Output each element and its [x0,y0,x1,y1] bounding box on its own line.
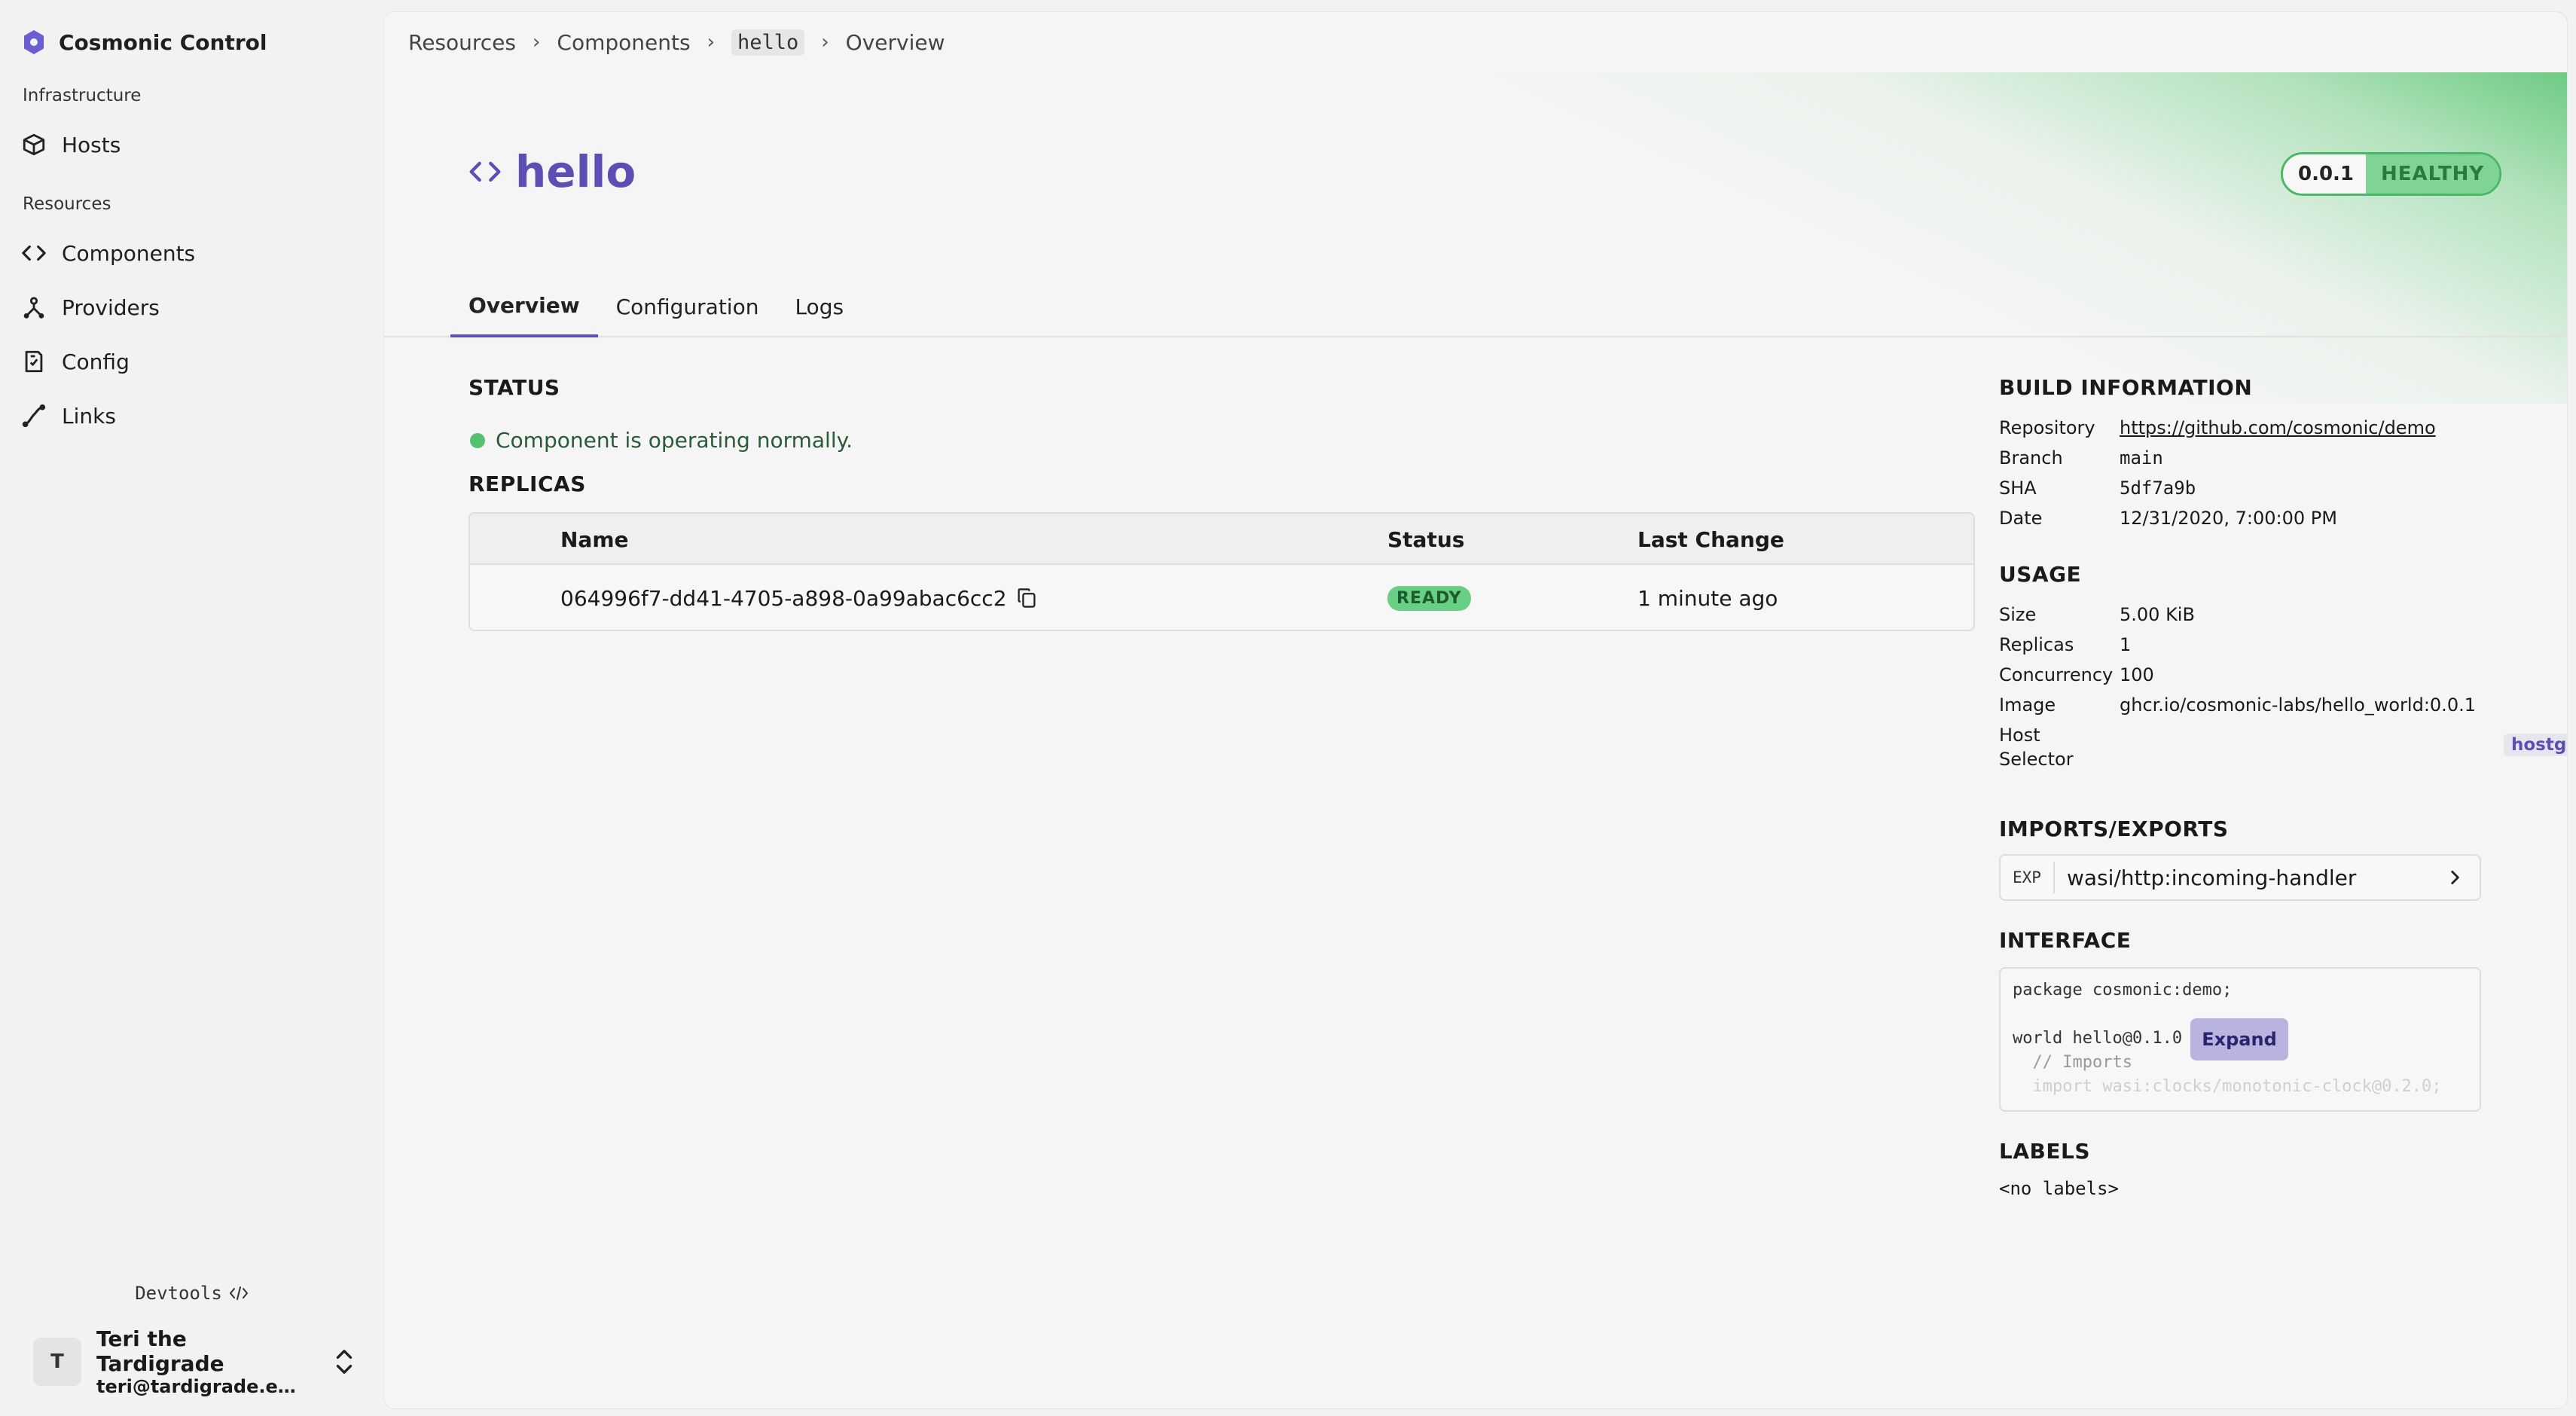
breadcrumb-resources[interactable]: Resources [408,30,516,55]
host-selector-key: hostgroup [2511,735,2567,755]
size-label: Size [1999,604,2037,625]
page-title: hello [469,146,636,197]
replicas-value: 1 [2120,634,2132,655]
sidebar-item-hosts[interactable]: Hosts [21,124,368,166]
branch-label: Branch [1999,447,2063,468]
devtools-link[interactable]: Devtools [0,1283,384,1304]
status-badge: 0.0.1 HEALTHY [2281,152,2502,196]
breadcrumb-components[interactable]: Components [557,30,690,55]
devtools-label: Devtools [135,1283,222,1304]
avatar: T [33,1338,81,1386]
brand[interactable]: Cosmonic Control [23,26,267,59]
image-label: Image [1999,694,2056,716]
config-icon [25,350,43,373]
concurrency-value: 100 [2120,664,2154,685]
tabs: Overview Configuration Logs [450,276,862,337]
status-dot-icon [470,432,485,448]
labels-heading: LABELS [1999,1139,2090,1164]
copy-icon[interactable] [1016,587,1037,609]
tab-configuration[interactable]: Configuration [598,276,777,337]
replicas-table: Name Status Last Change 064996f7-dd41-47… [469,512,1975,631]
sidebar-item-providers[interactable]: Providers [21,286,368,328]
concurrency-label: Concurrency [1999,664,2114,685]
sidebar: Cosmonic Control Infrastructure Hosts Re… [0,0,384,1416]
user-menu[interactable]: T Teri the Tardigrade teri@tardigrade.ex… [33,1326,357,1397]
table-row-name: 064996f7-dd41-4705-a898-0a99abac6cc2 [560,565,1037,630]
table-header: Name Status Last Change [470,514,1973,565]
sidebar-item-label: Links [62,403,116,429]
host-selector-chip: hostgroup=default [2504,734,2567,756]
code-icon [22,245,46,261]
host-selector-label-line2: Selector [1999,749,2074,770]
export-tag: EXP [2001,862,2055,893]
code-line: // Imports [2013,1053,2132,1072]
sha-label: SHA [1999,478,2037,499]
link-icon [22,404,46,428]
size-value: 5.00 KiB [2120,604,2195,625]
no-labels-text: <no labels> [1999,1178,2119,1199]
tab-logs[interactable]: Logs [777,276,862,337]
date-label: Date [1999,508,2043,529]
replicas-label: Replicas [1999,634,2074,655]
providers-icon [23,297,44,319]
branch-value: main [2120,447,2163,468]
table-row-last-change: 1 minute ago [1637,585,1778,611]
code-icon [469,161,501,182]
repository-link[interactable]: https://github.com/cosmonic/demo [2120,417,2436,438]
box-icon [23,133,45,156]
table-row-status: READY [1387,565,1471,630]
column-header-status[interactable]: Status [1387,514,1464,565]
imports-exports-heading: IMPORTS/EXPORTS [1999,816,2229,841]
page-title-text: hello [515,146,636,197]
status-text: Component is operating normally. [496,428,853,453]
replicas-heading: REPLICAS [469,471,586,496]
breadcrumb-hello[interactable]: hello [731,29,805,56]
chevron-right-icon: › [533,31,541,53]
code-slash-icon [229,1286,249,1300]
replica-id: 064996f7-dd41-4705-a898-0a99abac6cc2 [560,585,1007,611]
health-label: HEALTHY [2366,154,2500,194]
code-line: world hello@0.1.0 [2013,1029,2183,1048]
build-heading: BUILD INFORMATION [1999,375,2253,400]
user-email: teri@tardigrade.example.com [96,1376,307,1397]
sidebar-item-links[interactable]: Links [21,395,368,437]
column-header-name[interactable]: Name [560,514,629,565]
date-value: 12/31/2020, 7:00:00 PM [2120,508,2337,529]
sha-value: 5df7a9b [2120,478,2196,499]
version-label: 0.0.1 [2283,154,2367,194]
chevron-right-icon [2451,871,2459,884]
repository-label: Repository [1999,417,2095,438]
usage-heading: USAGE [1999,562,2082,587]
expand-button[interactable]: Expand [2190,1018,2288,1060]
chevron-right-icon: › [821,31,829,53]
ready-badge: READY [1387,585,1471,611]
column-header-last-change[interactable]: Last Change [1637,514,1784,565]
code-line: package cosmonic:demo; [2013,981,2233,999]
cosmonic-logo-icon [24,30,44,54]
export-item[interactable]: EXP wasi/http:incoming-handler [1999,854,2481,901]
section-infrastructure: Infrastructure [23,86,142,105]
interface-heading: INTERFACE [1999,928,2132,953]
sidebar-item-label: Hosts [62,132,121,157]
code-line: import wasi:clocks/monotonic-clock@0.2.0… [2013,1077,2442,1096]
image-value: ghcr.io/cosmonic-labs/hello_world:0.0.1 [2120,694,2476,716]
chevron-right-icon: › [707,31,715,53]
chevron-up-down-icon[interactable] [331,1347,357,1377]
sidebar-item-label: Config [62,349,130,374]
breadcrumb: Resources › Components › hello › Overvie… [384,12,2567,72]
sidebar-item-label: Components [62,240,196,266]
status-message: Component is operating normally. [470,428,853,453]
main-panel: Resources › Components › hello › Overvie… [384,12,2567,1408]
sidebar-item-label: Providers [62,294,160,320]
status-heading: STATUS [469,375,560,400]
section-resources: Resources [23,194,111,214]
tab-overview[interactable]: Overview [450,276,598,337]
host-selector-label-line1: Host [1999,725,2040,746]
app-name: Cosmonic Control [59,29,267,55]
user-name: Teri the Tardigrade [96,1326,224,1376]
sidebar-item-components[interactable]: Components [21,232,368,274]
sidebar-item-config[interactable]: Config [21,340,368,383]
breadcrumb-overview: Overview [845,29,945,55]
export-name: wasi/http:incoming-handler [2066,865,2357,890]
